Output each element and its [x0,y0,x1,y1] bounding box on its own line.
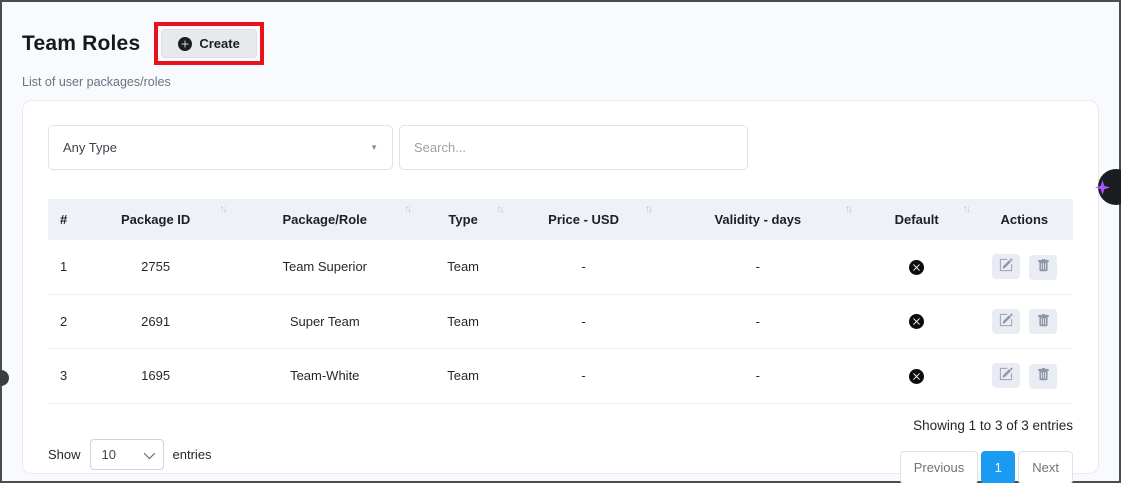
assistant-fab-button[interactable] [1098,169,1121,205]
roles-table: # Package ID↑↓ Package/Role↑↓ Type↑↓ Pri… [48,199,1073,404]
page-size-value: 10 [102,447,116,462]
cell-actions [976,294,1073,349]
cell-package-role: Super Team [233,294,418,349]
edit-button[interactable] [992,254,1020,279]
caret-down-icon: ▼ [370,143,378,152]
column-header-type[interactable]: Type↑↓ [417,199,509,240]
cell-actions [976,349,1073,404]
column-header-validity[interactable]: Validity - days↑↓ [658,199,858,240]
column-header-package-id[interactable]: Package ID↑↓ [79,199,233,240]
next-page-button[interactable]: Next [1018,451,1073,483]
type-filter-select[interactable]: Any Type ▼ [48,125,393,170]
page-size-select[interactable]: 10 [90,439,164,470]
roles-card: Any Type ▼ # Package ID↑↓ Package/Role↑↓… [22,100,1099,474]
page-1-button[interactable]: 1 [981,451,1015,483]
cell-type: Team [417,349,509,404]
sort-icon[interactable]: ↑↓ [845,204,851,215]
delete-button[interactable] [1029,364,1057,389]
show-entries-control: Show 10 entries [48,426,212,483]
x-circle-icon [909,259,924,274]
delete-button[interactable] [1029,255,1057,280]
showing-entries-text: Showing 1 to 3 of 3 entries [900,418,1073,433]
cell-package-role: Team Superior [233,240,418,294]
cell-default [858,240,976,294]
cell-type: Team [417,294,509,349]
cell-num: 1 [48,240,79,294]
cell-default [858,349,976,404]
cell-num: 3 [48,349,79,404]
edit-button[interactable] [992,309,1020,334]
plus-circle-icon [178,37,192,51]
cell-default [858,294,976,349]
previous-page-button[interactable]: Previous [900,451,979,483]
page-title: Team Roles [22,32,140,56]
x-circle-icon [909,313,924,328]
cell-validity: - [658,294,858,349]
create-button-label: Create [199,36,239,51]
cell-validity: - [658,240,858,294]
sort-icon[interactable]: ↑↓ [496,204,502,215]
column-header-price[interactable]: Price - USD↑↓ [509,199,658,240]
table-header-row: # Package ID↑↓ Package/Role↑↓ Type↑↓ Pri… [48,199,1073,240]
cell-validity: - [658,349,858,404]
cell-package-id: 1695 [79,349,233,404]
table-row: 3 1695 Team-White Team - - [48,349,1073,404]
search-input[interactable] [399,125,748,170]
sort-icon[interactable]: ↑↓ [963,204,969,215]
cell-price: - [509,349,658,404]
x-circle-icon [909,368,924,383]
cell-package-id: 2755 [79,240,233,294]
filter-bar: Any Type ▼ [48,125,1073,170]
delete-button[interactable] [1029,309,1057,334]
table-footer: Show 10 entries Showing 1 to 3 of 3 entr… [48,418,1073,483]
trash-icon [1037,259,1050,275]
type-filter-value: Any Type [63,140,117,155]
pagination: Previous 1 Next [900,451,1073,483]
entries-label: entries [173,447,212,462]
cell-num: 2 [48,294,79,349]
column-header-default[interactable]: Default↑↓ [858,199,976,240]
create-button[interactable]: Create [161,29,256,58]
trash-icon [1037,314,1050,330]
sort-icon[interactable]: ↑↓ [404,204,410,215]
cell-package-role: Team-White [233,349,418,404]
table-row: 2 2691 Super Team Team - - [48,294,1073,349]
trash-icon [1037,368,1050,384]
pencil-square-icon [999,367,1013,384]
chevron-down-icon [143,447,154,458]
sort-icon[interactable]: ↑↓ [220,204,226,215]
sparkle-icon [1102,180,1121,195]
cell-price: - [509,240,658,294]
edit-button[interactable] [992,363,1020,388]
column-header-num: # [48,199,79,240]
pencil-square-icon [999,313,1013,330]
page-subtitle: List of user packages/roles [22,75,1099,89]
page-header: Team Roles Create List of user packages/… [2,2,1119,89]
left-edge-handle[interactable] [0,370,9,386]
show-label: Show [48,447,81,462]
sort-icon[interactable]: ↑↓ [645,204,651,215]
column-header-package-role[interactable]: Package/Role↑↓ [233,199,418,240]
cell-package-id: 2691 [79,294,233,349]
table-row: 1 2755 Team Superior Team - - [48,240,1073,294]
cell-actions [976,240,1073,294]
cell-type: Team [417,240,509,294]
cell-price: - [509,294,658,349]
annotation-highlight-box: Create [154,22,263,65]
pencil-square-icon [999,258,1013,275]
column-header-actions: Actions [976,199,1073,240]
